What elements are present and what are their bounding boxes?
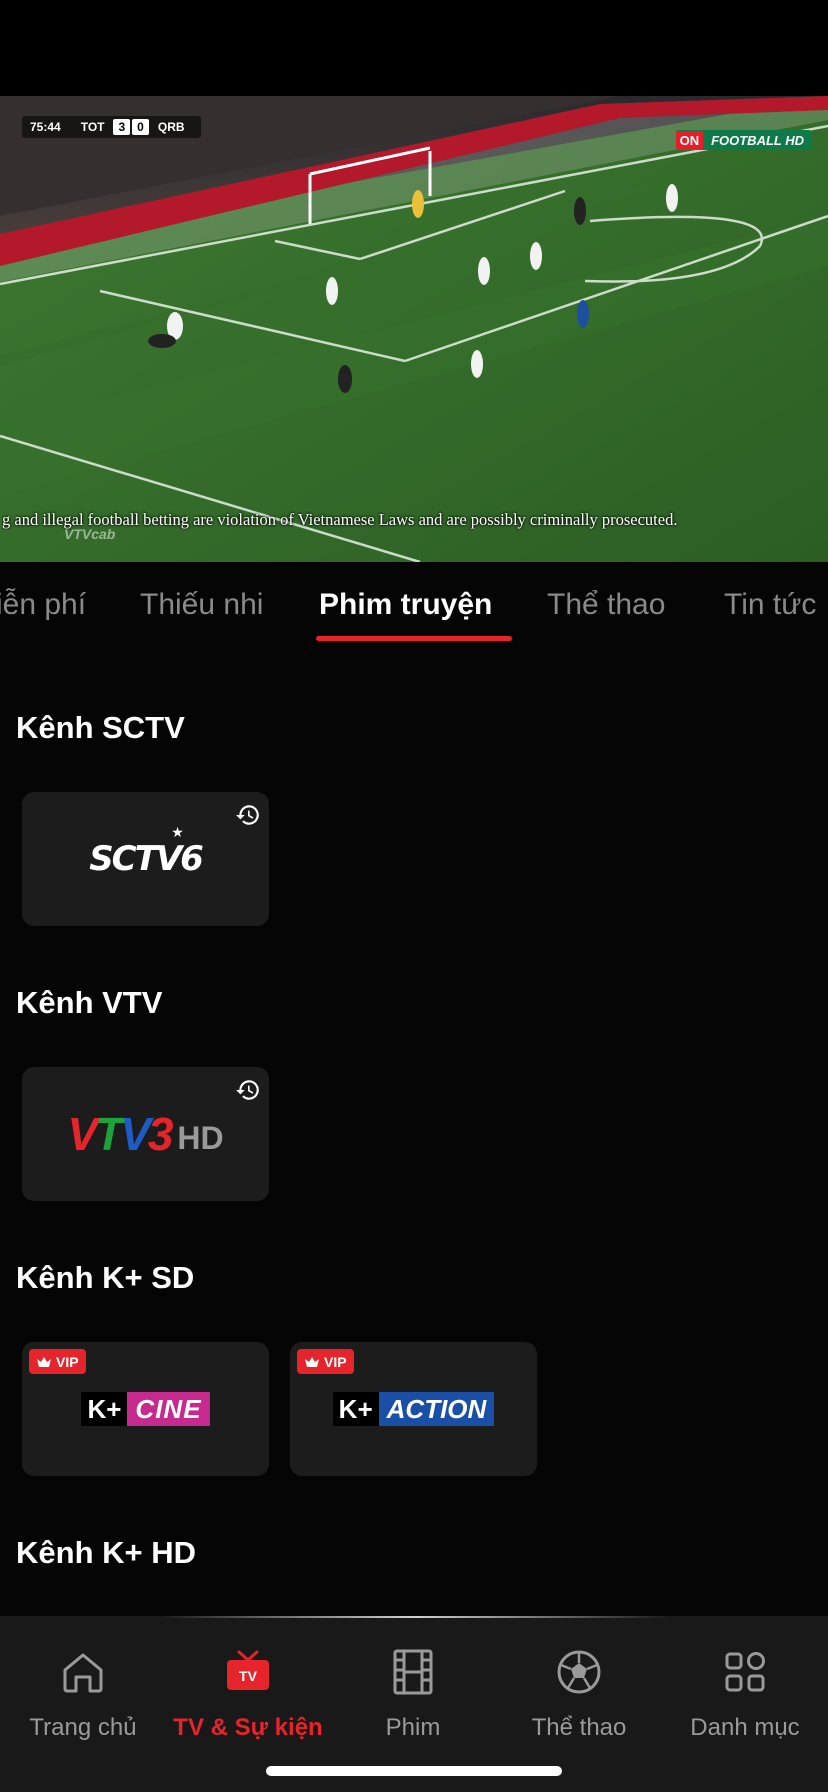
active-tab-indicator bbox=[316, 636, 512, 641]
crown-icon bbox=[37, 1356, 51, 1367]
away-team: QRB bbox=[157, 120, 185, 134]
nav-label: Phim bbox=[385, 1714, 441, 1741]
home-indicator bbox=[266, 1766, 562, 1776]
tab-mien-phi[interactable]: iễn phí bbox=[0, 588, 86, 622]
section-title-kplus-hd: Kênh K+ HD bbox=[16, 1535, 196, 1570]
score-bug: 75:44 TOT 3 0 QRB bbox=[22, 116, 201, 138]
football-pitch-frame bbox=[0, 96, 828, 562]
vip-badge: VIP bbox=[297, 1349, 354, 1374]
section-title-vtv: Kênh VTV bbox=[16, 985, 163, 1020]
history-icon[interactable] bbox=[235, 1077, 261, 1103]
tv-icon: TV bbox=[227, 1650, 269, 1690]
soccer-ball-icon bbox=[557, 1650, 601, 1694]
section-title-kplus-sd: Kênh K+ SD bbox=[16, 1260, 195, 1295]
status-bar bbox=[0, 0, 828, 96]
nav-label: Danh mục bbox=[690, 1714, 800, 1741]
grid-icon bbox=[725, 1652, 765, 1692]
channel-bug: ON FOOTBALL HD bbox=[675, 130, 812, 150]
match-clock: 75:44 bbox=[30, 120, 61, 134]
section-title-sctv: Kênh SCTV bbox=[16, 710, 185, 745]
away-score: 0 bbox=[132, 119, 149, 135]
nav-item-trang-chu[interactable]: Trang chủ bbox=[0, 1646, 166, 1756]
nav-label: TV & Sự kiện bbox=[173, 1714, 323, 1741]
sctv6-logo: SCTV6 ★ bbox=[89, 825, 204, 879]
nav-item-phim[interactable]: Phim bbox=[330, 1646, 496, 1756]
channel-card-vtv3-hd[interactable]: V T V 3 HD bbox=[22, 1067, 269, 1201]
tab-the-thao[interactable]: Thể thao bbox=[547, 588, 665, 622]
home-icon bbox=[63, 1653, 103, 1693]
video-player[interactable]: 75:44 TOT 3 0 QRB ON FOOTBALL HD g and i… bbox=[0, 96, 828, 562]
betting-disclaimer: g and illegal football betting are viola… bbox=[2, 510, 678, 529]
nav-item-tv-su-kien[interactable]: TV TV & Sự kiện bbox=[165, 1646, 331, 1756]
svg-text:TV: TV bbox=[239, 1668, 258, 1684]
film-icon bbox=[393, 1649, 433, 1695]
nav-item-the-thao[interactable]: Thể thao bbox=[496, 1646, 662, 1756]
channel-bug-name: FOOTBALL HD bbox=[711, 132, 804, 148]
nav-item-danh-muc[interactable]: Danh mục bbox=[662, 1646, 828, 1756]
channel-bug-prefix: ON bbox=[675, 130, 704, 150]
category-tabs: iễn phí Thiếu nhi Phim truyện Thể thao T… bbox=[0, 562, 828, 642]
tab-phim-truyen[interactable]: Phim truyện bbox=[319, 588, 492, 622]
home-team: TOT bbox=[80, 120, 105, 134]
tab-thieu-nhi[interactable]: Thiếu nhi bbox=[140, 588, 263, 622]
history-icon[interactable] bbox=[235, 802, 261, 828]
vtv3-hd-logo: V T V 3 HD bbox=[67, 1108, 224, 1160]
crown-icon bbox=[305, 1356, 319, 1367]
channel-card-kplus-cine[interactable]: K+ CINE VIP bbox=[22, 1342, 269, 1476]
vip-badge: VIP bbox=[29, 1349, 86, 1374]
channel-card-kplus-action[interactable]: K+ ACTION VIP bbox=[290, 1342, 537, 1476]
home-score: 3 bbox=[113, 119, 131, 135]
broadcaster-watermark: VTVcab bbox=[64, 526, 116, 542]
tab-tin-tuc[interactable]: Tin tức bbox=[724, 588, 816, 622]
channel-card-sctv6[interactable]: SCTV6 ★ bbox=[22, 792, 269, 926]
nav-label: Thể thao bbox=[531, 1714, 627, 1741]
nav-label: Trang chủ bbox=[29, 1714, 137, 1741]
